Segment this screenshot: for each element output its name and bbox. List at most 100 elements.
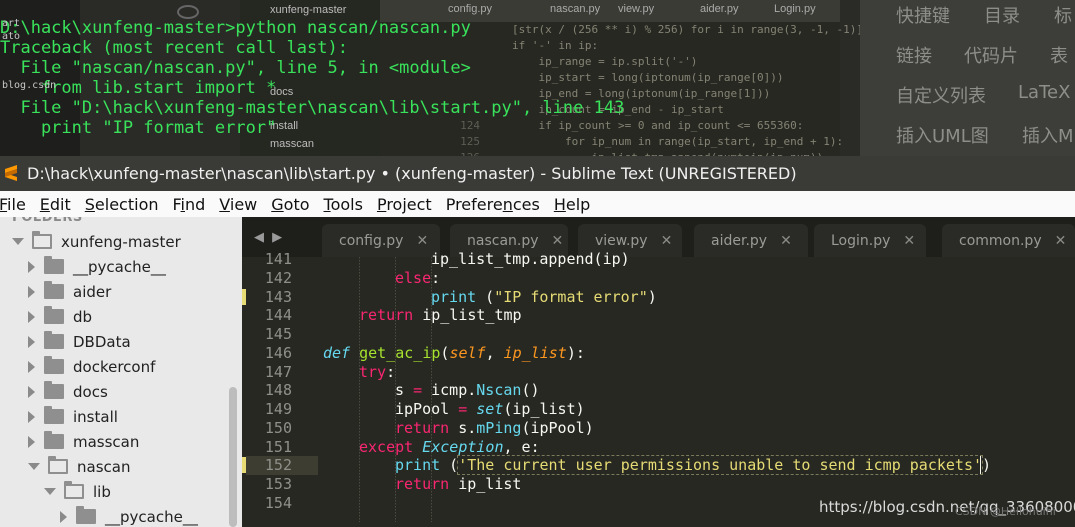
terminal-line: from lib.start import * [0, 78, 277, 98]
line-number: 144 [264, 306, 292, 325]
expand-down-icon[interactable] [12, 238, 24, 245]
folder-icon [44, 331, 64, 349]
menu-view[interactable]: View [219, 195, 257, 214]
folder-icon [44, 281, 64, 299]
code-token: Nscan [476, 381, 522, 400]
expand-right-icon[interactable] [28, 435, 35, 448]
code-area[interactable]: ip_list_tmp.append(ip) else: print ("IP fo… [323, 250, 1075, 527]
background-tab: config.py [448, 3, 493, 15]
expand-right-icon[interactable] [28, 310, 35, 323]
sidebar-item-nascan[interactable]: nascan [28, 454, 130, 479]
expand-right-icon[interactable] [60, 510, 67, 523]
sidebar-item-label: aider [73, 282, 112, 301]
code-token: s [395, 381, 414, 400]
expand-right-icon[interactable] [28, 260, 35, 273]
code-token: ipPool [395, 400, 459, 418]
menu-goto[interactable]: Goto [271, 195, 309, 214]
sidebar-item-pycache[interactable]: __pycache__ [28, 254, 166, 279]
menu-find[interactable]: Find [173, 195, 206, 214]
close-icon[interactable]: ✕ [903, 233, 915, 249]
close-icon[interactable]: ✕ [552, 233, 564, 249]
code-token: return [395, 418, 450, 437]
code-line[interactable]: ipPool = set(ip_list) [395, 400, 585, 419]
terminal-output: D:\hack\xunfeng-master>python nascan/nas… [0, 18, 624, 138]
expand-right-icon[interactable] [28, 385, 35, 398]
menu-selection[interactable]: Selection [85, 195, 159, 214]
code-token: 'The current user permissions unable to … [457, 455, 984, 476]
code-token: get_ac_ip [359, 343, 441, 362]
close-icon[interactable]: ✕ [780, 233, 792, 249]
expand-right-icon[interactable] [28, 360, 35, 373]
sidebar-item-aider[interactable]: aider [28, 279, 111, 304]
sidebar-item-label: nascan [77, 457, 131, 476]
sidebar-item-masscan[interactable]: masscan [28, 429, 139, 454]
sidebar-item-label: dockerconf [73, 357, 156, 376]
code-line[interactable]: else: [395, 269, 440, 288]
sidebar-item-pycache[interactable]: __pycache__ [60, 504, 198, 527]
line-number: 143 [264, 287, 292, 306]
folders-header: FOLDERS [12, 217, 83, 225]
menu-tools[interactable]: Tools [324, 195, 363, 214]
line-number: 145 [264, 325, 292, 343]
tab-aider[interactable]: aider.py ✕ [694, 224, 808, 257]
code-line[interactable]: print ('The current user permissions una… [395, 455, 991, 476]
code-line[interactable]: try: [359, 363, 395, 382]
sidebar-item-dbdata[interactable]: DBData [28, 329, 131, 354]
menu-help[interactable]: Help [554, 195, 590, 214]
line-number: 141 [264, 250, 292, 268]
close-icon[interactable]: ✕ [416, 233, 428, 249]
folder-icon [44, 406, 64, 424]
tab-config[interactable]: config.py ✕ [322, 224, 440, 257]
folder-icon [44, 431, 64, 449]
code-line[interactable]: return s.mPing(ipPool) [395, 419, 594, 438]
code-line[interactable]: def get_ac_ip(self, ip_list): [323, 344, 585, 363]
code-token: () [521, 381, 540, 400]
tab-login[interactable]: Login.py ✕ [814, 224, 926, 257]
menu-project[interactable]: Project [377, 195, 432, 214]
menu-edit[interactable]: Edit [40, 195, 71, 214]
csdn-toolbar-item: 自定义列表 [896, 86, 986, 107]
menu-preferences[interactable]: Preferences [446, 195, 540, 214]
menu-bar: File Edit Selection Find View Goto Tools Projec… [0, 191, 1075, 217]
expand-right-icon[interactable] [28, 410, 35, 423]
tab-scroll-arrows-icon[interactable]: ◀ ▶ [254, 230, 284, 245]
expand-right-icon[interactable] [28, 285, 35, 298]
code-line[interactable]: s = icmp.Nscan() [395, 381, 540, 400]
sidebar-item-install[interactable]: install [28, 404, 118, 429]
sidebar-item-docs[interactable]: docs [28, 379, 108, 404]
csdn-toolbar-item: 快捷键 [896, 6, 950, 27]
modified-line-marker [242, 457, 246, 474]
window-title: D:\hack\xunfeng-master\nascan\lib\start.… [27, 164, 797, 183]
line-number: 152 [264, 456, 292, 475]
code-line[interactable]: except Exception, e: [359, 438, 540, 457]
expand-down-icon[interactable] [44, 488, 56, 495]
background-left-text: ato [2, 31, 21, 42]
tab-label: aider.py [711, 232, 768, 249]
code-token: print [395, 456, 441, 475]
code-token: ( [476, 287, 495, 306]
background-sidebar-item: install [270, 120, 299, 132]
code-line[interactable]: return ip_list [395, 475, 521, 494]
tab-common[interactable]: common.py ✕ [942, 224, 1075, 257]
close-icon[interactable]: ✕ [661, 233, 673, 249]
expand-down-icon[interactable] [28, 463, 40, 470]
code-editor[interactable]: ◀ ▶ config.py ✕ nascan.py ✕ view.py ✕ aider.py… [242, 217, 1075, 527]
close-icon[interactable]: ✕ [1055, 233, 1067, 249]
sidebar-item-lib[interactable]: lib [44, 479, 111, 504]
code-line[interactable]: print ("IP format error") [431, 288, 657, 307]
sidebar-item-xunfeng-master[interactable]: xunfeng-master [12, 229, 181, 254]
sidebar-item-dockerconf[interactable]: dockerconf [28, 354, 155, 379]
code-line[interactable]: return ip_list_tmp [359, 306, 522, 325]
expand-right-icon[interactable] [28, 335, 35, 348]
indent-guide [395, 257, 396, 522]
background-sidebar-item: xunfeng-master [270, 4, 347, 16]
menu-file[interactable]: File [0, 195, 26, 214]
line-number: 148 [264, 381, 292, 400]
sidebar-scrollbar[interactable] [229, 387, 237, 527]
code-line[interactable]: ip_list_tmp.append(ip) [431, 250, 630, 269]
terminal-line: D:\hack\xunfeng-master>python nascan/nas… [0, 18, 471, 38]
csdn-toolbar-item: 标 [1054, 6, 1072, 27]
csdn-toolbar-item: 目录 [984, 6, 1020, 27]
sidebar-item-db[interactable]: db [28, 304, 92, 329]
